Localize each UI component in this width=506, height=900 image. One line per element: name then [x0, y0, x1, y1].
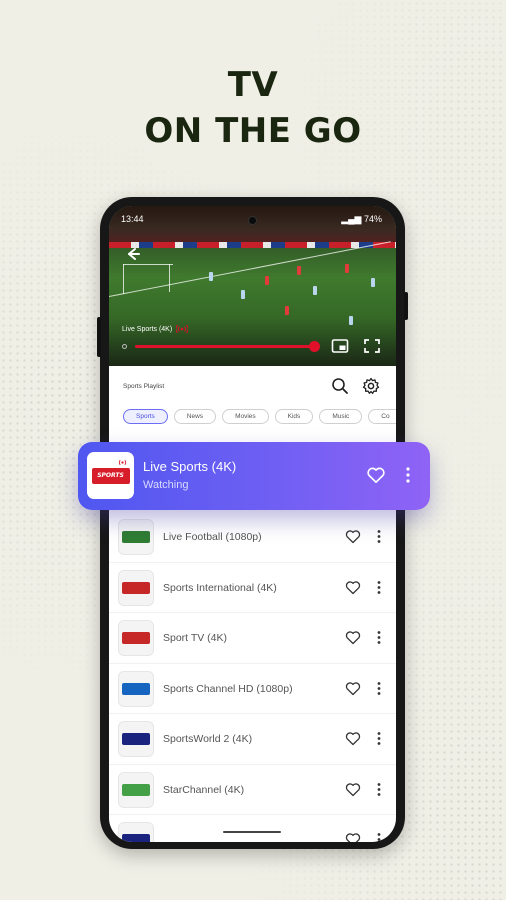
heart-icon[interactable] [345, 630, 361, 645]
channel-row[interactable]: Live Football (1080p) [109, 512, 396, 563]
channel-name: Live Football (1080p) [163, 531, 262, 543]
now-watching-title: Live Sports (4K) [143, 459, 237, 474]
player-figure [297, 266, 301, 275]
channel-logo [118, 569, 154, 606]
channel-logo-mark [122, 834, 150, 842]
channel-name: SportsWorld 2 (4K) [163, 733, 253, 745]
status-time: 13:44 [121, 214, 144, 224]
power-button [404, 292, 408, 320]
more-vertical-icon[interactable] [376, 529, 382, 544]
channel-logo-mark [122, 581, 150, 594]
chip-movies[interactable]: Movies [222, 409, 269, 424]
channel-logo [118, 721, 154, 757]
heart-icon[interactable] [345, 580, 361, 595]
headline-line-1: TV [227, 65, 279, 105]
channel-logo [118, 620, 154, 656]
more-vertical-icon[interactable] [376, 681, 382, 696]
channel-list: Live Football (1080p) Sports Internation… [109, 512, 396, 842]
channel-row[interactable]: StarChannel (4K) [109, 765, 396, 815]
player-figure [371, 278, 375, 287]
progress-knob[interactable] [309, 341, 321, 352]
fullscreen-icon[interactable] [363, 338, 381, 354]
more-vertical-icon[interactable] [405, 466, 411, 484]
now-watching-logo-text: SPORTS NEWS [91, 467, 130, 495]
search-icon[interactable] [331, 377, 349, 395]
live-channel-label: Live Sports (4K) [122, 324, 189, 334]
back-arrow-icon[interactable] [121, 243, 143, 265]
channel-logo [118, 771, 154, 808]
playlist-title: Sports Playlist [123, 383, 165, 390]
headline: TV ON THE GO [0, 62, 506, 154]
headline-line-2: ON THE GO [144, 111, 362, 151]
chip-music[interactable]: Music [319, 409, 363, 424]
channel-logo [118, 670, 154, 707]
heart-icon[interactable] [345, 782, 361, 797]
channel-row[interactable]: Sports International (4K) [109, 563, 396, 613]
more-vertical-icon[interactable] [376, 832, 382, 842]
heart-icon[interactable] [345, 832, 361, 842]
channel-logo [118, 822, 154, 842]
heart-icon[interactable] [345, 529, 361, 544]
heart-icon[interactable] [345, 731, 361, 746]
pitch-line [123, 264, 124, 294]
channel-row[interactable] [109, 815, 396, 842]
player-figure [349, 316, 353, 325]
pitch-line [169, 264, 170, 292]
channel-row[interactable]: SportsWorld 2 (4K) [109, 714, 396, 765]
channel-logo-mark [122, 632, 150, 644]
video-player[interactable]: 13:44 ▂▄▆ 74% Live Sports (4K) [109, 206, 396, 366]
channel-logo [118, 519, 154, 555]
volume-button [97, 317, 101, 357]
ad-boards [109, 242, 396, 248]
home-indicator[interactable] [223, 831, 281, 833]
playlist-header: Sports Playlist [109, 366, 396, 406]
battery-level: 74% [363, 214, 382, 224]
heart-icon[interactable] [345, 681, 361, 696]
player-figure [345, 264, 349, 273]
gear-icon[interactable] [362, 377, 380, 395]
chip-kids[interactable]: Kids [274, 409, 314, 424]
more-vertical-icon[interactable] [376, 580, 382, 595]
channel-name: Sports Channel HD (1080p) [163, 682, 293, 695]
more-vertical-icon[interactable] [376, 782, 382, 797]
channel-name: Sport TV (4K) [163, 632, 227, 644]
channel-logo-mark [122, 682, 150, 695]
channel-row[interactable]: Sport TV (4K) [109, 613, 396, 664]
camera-cutout [248, 216, 257, 225]
phone-frame: 13:44 ▂▄▆ 74% Live Sports (4K) Sports Pl… [97, 197, 408, 849]
channel-logo-mark [122, 531, 150, 543]
picture-in-picture-icon[interactable] [331, 338, 349, 354]
player-figure [265, 276, 269, 285]
now-watching-card[interactable]: SPORTS NEWS Live Sports (4K) Watching [78, 442, 430, 510]
live-channel-name: Live Sports (4K) [122, 325, 173, 333]
live-broadcast-icon [118, 459, 127, 466]
live-broadcast-icon [176, 324, 189, 334]
now-watching-logo: SPORTS NEWS [87, 452, 134, 499]
chip-news[interactable]: News [173, 409, 217, 424]
player-figure [209, 272, 213, 281]
stadium-stands [109, 206, 396, 246]
more-vertical-icon[interactable] [376, 731, 382, 746]
player-figure [285, 306, 289, 315]
category-chips: Sports News Movies Kids Music Co [123, 409, 396, 424]
channel-logo-mark [122, 783, 150, 796]
channel-logo-mark [122, 733, 150, 745]
chip-more[interactable]: Co [368, 409, 396, 424]
heart-icon[interactable] [366, 466, 386, 484]
progress-bar[interactable] [135, 341, 321, 352]
more-vertical-icon[interactable] [376, 630, 382, 645]
channel-name: StarChannel (4K) [163, 783, 245, 796]
phone-screen: 13:44 ▂▄▆ 74% Live Sports (4K) Sports Pl… [109, 206, 396, 842]
volume-icon[interactable] [122, 344, 127, 349]
player-figure [241, 290, 245, 299]
channel-row[interactable]: Sports Channel HD (1080p) [109, 664, 396, 714]
now-watching-status: Watching [143, 479, 189, 491]
player-figure [313, 286, 317, 295]
channel-name: Sports International (4K) [163, 581, 277, 594]
chip-sports[interactable]: Sports [123, 409, 168, 424]
status-right: ▂▄▆ 74% [341, 214, 382, 225]
signal-icon: ▂▄▆ [341, 214, 362, 224]
